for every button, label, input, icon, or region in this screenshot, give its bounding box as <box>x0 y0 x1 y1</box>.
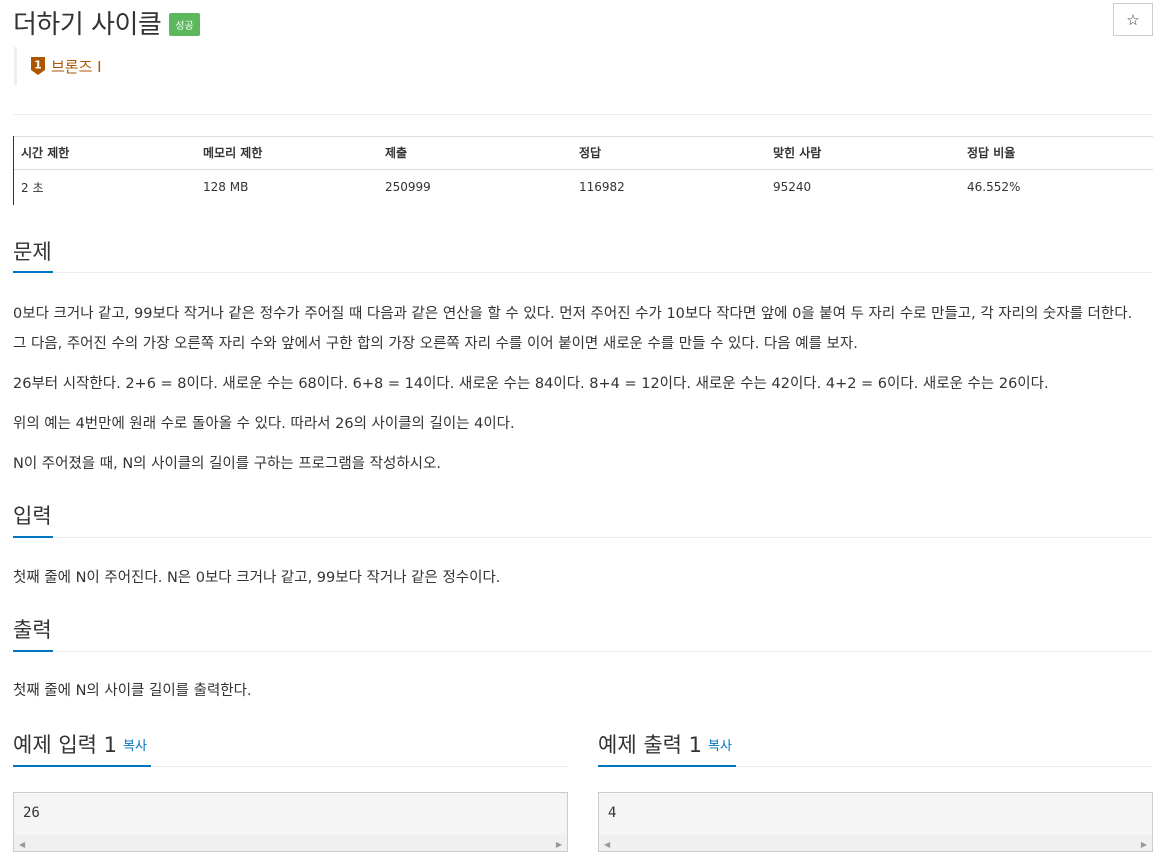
star-icon: ☆ <box>1126 11 1140 29</box>
value-submissions: 250999 <box>385 180 431 195</box>
problem-paragraph-3: 위의 예는 4번만에 원래 수로 돌아올 수 있다. 따라서 26의 사이클의 … <box>13 416 515 432</box>
tier-number: 1 <box>34 59 42 72</box>
horizontal-scrollbar[interactable]: ◀ ▶ <box>599 835 1152 851</box>
divider <box>53 272 1153 273</box>
value-memory-limit: 128 MB <box>203 180 249 195</box>
table-header-row: 시간 제한 메모리 제한 제출 정답 맞힌 사람 정답 비율 <box>13 136 1153 170</box>
sample-input-box[interactable]: 26 ◀ ▶ <box>13 792 568 852</box>
problem-info-table: 시간 제한 메모리 제한 제출 정답 맞힌 사람 정답 비율 2 초 128 M… <box>13 136 1153 205</box>
table-row: 2 초 128 MB 250999 116982 95240 46.552% <box>13 169 1153 205</box>
sample-input-value: 26 <box>23 805 40 821</box>
sample-output-heading: 예제 출력 1 복사 <box>598 730 732 760</box>
output-heading-underline <box>13 650 53 652</box>
sample-output-box[interactable]: 4 ◀ ▶ <box>598 792 1153 852</box>
value-time-limit: 2 초 <box>21 180 44 195</box>
sample-input-underline <box>13 765 151 767</box>
tier-label-block[interactable]: 1 브론즈 I <box>14 47 102 85</box>
value-solvers: 95240 <box>773 180 812 195</box>
divider <box>13 114 1153 115</box>
problem-paragraph-1: 0보다 크거나 같고, 99보다 작거나 같은 정수가 주어질 때 다음과 같은… <box>13 306 1133 352</box>
scroll-right-icon[interactable]: ▶ <box>556 840 562 849</box>
value-accepted: 116982 <box>579 180 625 195</box>
problem-heading-underline <box>13 271 53 273</box>
copy-input-button[interactable]: 복사 <box>123 739 147 754</box>
copy-output-button[interactable]: 복사 <box>708 739 732 754</box>
sample-input-heading: 예제 입력 1 복사 <box>13 730 147 760</box>
sample-output-title: 예제 출력 1 <box>598 733 702 757</box>
header-ratio: 정답 비율 <box>959 136 1153 170</box>
divider <box>53 651 1153 652</box>
header-solvers: 맞힌 사람 <box>765 136 959 170</box>
output-heading: 출력 <box>13 618 52 642</box>
input-description: 첫째 줄에 N이 주어진다. N은 0보다 크거나 같고, 99보다 작거나 같… <box>13 570 501 586</box>
header-submissions: 제출 <box>377 136 571 170</box>
problem-paragraph-4: N이 주어졌을 때, N의 사이클의 길이를 구하는 프로그램을 작성하시오. <box>13 456 441 472</box>
problem-paragraph-2: 26부터 시작한다. 2+6 = 8이다. 새로운 수는 68이다. 6+8 =… <box>13 376 1049 392</box>
scroll-right-icon[interactable]: ▶ <box>1141 840 1147 849</box>
header-accepted: 정답 <box>571 136 765 170</box>
output-description: 첫째 줄에 N의 사이클 길이를 출력한다. <box>13 683 252 699</box>
tier-name: 브론즈 I <box>51 57 102 76</box>
sample-output-underline <box>598 765 736 767</box>
horizontal-scrollbar[interactable]: ◀ ▶ <box>14 835 567 851</box>
divider <box>53 537 1153 538</box>
star-button[interactable]: ☆ <box>1113 3 1153 36</box>
input-heading-underline <box>13 536 53 538</box>
problem-heading: 문제 <box>13 240 52 264</box>
bronze-tier-icon: 1 <box>31 57 45 75</box>
header-time-limit: 시간 제한 <box>13 136 195 170</box>
divider <box>151 766 568 767</box>
table-left-border <box>13 136 14 205</box>
status-badge: 성공 <box>169 12 200 36</box>
scroll-left-icon[interactable]: ◀ <box>19 840 25 849</box>
scroll-left-icon[interactable]: ◀ <box>604 840 610 849</box>
value-ratio: 46.552% <box>967 180 1021 195</box>
divider <box>736 766 1153 767</box>
input-heading: 입력 <box>13 504 52 528</box>
sample-input-title: 예제 입력 1 <box>13 733 117 757</box>
sample-output-value: 4 <box>608 805 617 821</box>
problem-header: 더하기 사이클 성공 <box>13 4 200 40</box>
problem-title: 더하기 사이클 <box>13 9 162 40</box>
header-memory-limit: 메모리 제한 <box>195 136 377 170</box>
